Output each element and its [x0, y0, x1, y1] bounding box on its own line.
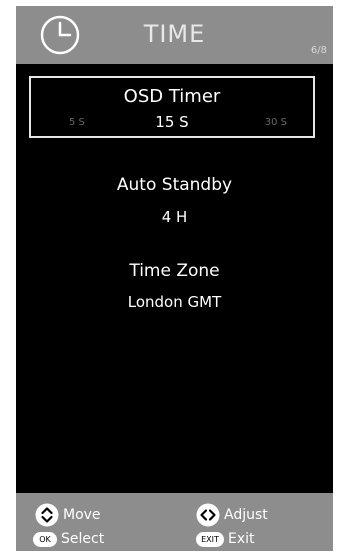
auto-standby-label: Auto Standby: [116, 175, 233, 195]
select-label: Select: [61, 531, 105, 547]
left-right-icon: [196, 503, 220, 527]
select-hint: OK Select: [33, 531, 104, 547]
ok-key-icon: OK: [33, 531, 57, 547]
move-hint: Move: [35, 503, 101, 527]
adjust-hint: Adjust: [196, 503, 268, 527]
osd-timer-label: OSD Timer: [123, 86, 221, 107]
up-down-icon: [35, 503, 59, 527]
exit-key-icon: EXIT: [196, 531, 224, 547]
osd-timer-setting[interactable]: OSD Timer 5 S 15 S 30 S: [29, 76, 315, 138]
time-zone-label: Time Zone: [129, 261, 220, 281]
adjust-label: Adjust: [224, 507, 268, 523]
menu-panel: TIME 6/8 OSD Timer 5 S 15 S 30 S Auto St…: [16, 6, 333, 551]
page-indicator: 6/8: [310, 45, 327, 56]
exit-label: Exit: [228, 531, 255, 547]
page-title: TIME: [143, 20, 206, 48]
osd-timer-max-value: 30 S: [264, 117, 287, 128]
move-label: Move: [63, 507, 101, 523]
exit-hint: EXIT Exit: [196, 531, 255, 547]
key-hints-bar: Move Adjust OK Select EXIT Exit: [16, 493, 333, 551]
auto-standby-value: 4 H: [161, 208, 188, 226]
time-zone-value: London GMT: [127, 293, 222, 311]
menu-header: TIME 6/8: [16, 6, 333, 64]
